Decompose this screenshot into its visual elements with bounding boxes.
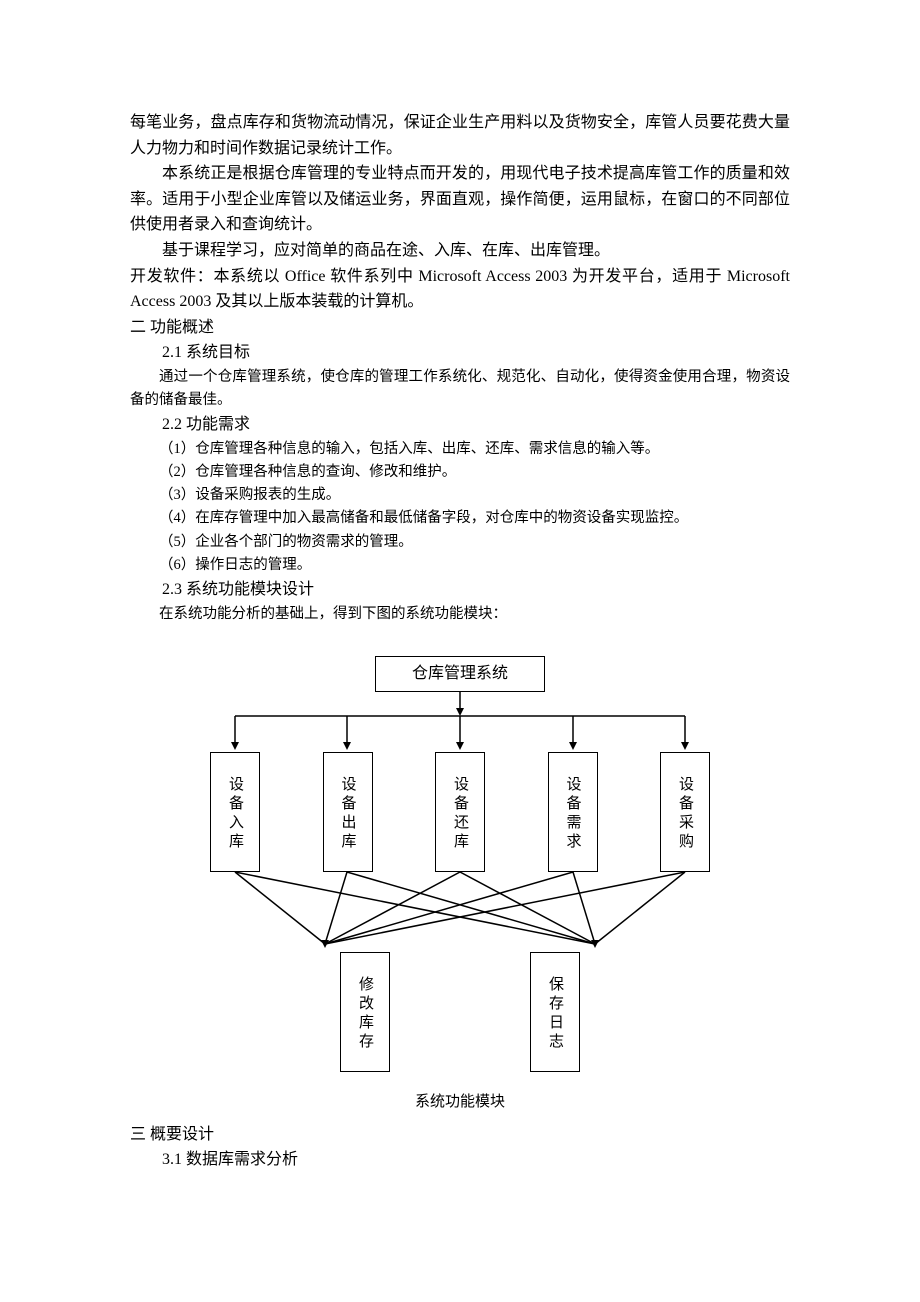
diagram-l2-label-4: 设备需求: [561, 776, 585, 852]
diagram-l3-label-2: 保存日志: [543, 976, 567, 1052]
diagram-root-label: 仓库管理系统: [412, 661, 508, 687]
diagram-l2-box-1: 设备入库: [210, 752, 260, 872]
diagram-l2-label-3: 设备还库: [448, 776, 472, 852]
diagram-l2-label-1: 设备入库: [223, 776, 247, 852]
diagram-l2-box-5: 设备采购: [660, 752, 710, 872]
paragraph-intro-1: 每笔业务，盘点库存和货物流动情况，保证企业生产用料以及货物安全，库管人员要花费大…: [130, 110, 790, 161]
diagram-l3-label-1: 修改库存: [353, 976, 377, 1052]
paragraph-intro-2: 本系统正是根据仓库管理的专业特点而开发的，用现代电子技术提高库管工作的质量和效率…: [130, 161, 790, 238]
paragraph-2-3-body: 在系统功能分析的基础上，得到下图的系统功能模块：: [130, 603, 790, 626]
paragraph-dev-software: 开发软件：本系统以 Office 软件系列中 Microsoft Access …: [130, 264, 790, 315]
diagram-l3-box-1: 修改库存: [340, 952, 390, 1072]
heading-section-3: 三 概要设计: [130, 1122, 790, 1148]
diagram-connector-top: [210, 692, 710, 752]
req-item-1: （1）仓库管理各种信息的输入，包括入库、出库、还库、需求信息的输入等。: [130, 438, 790, 461]
heading-2-2: 2.2 功能需求: [130, 412, 790, 438]
diagram-l2-label-5: 设备采购: [673, 776, 697, 852]
req-item-2: （2）仓库管理各种信息的查询、修改和维护。: [130, 461, 790, 484]
diagram-l2-box-4: 设备需求: [548, 752, 598, 872]
diagram-caption: 系统功能模块: [130, 1090, 790, 1114]
diagram-l2-box-3: 设备还库: [435, 752, 485, 872]
diagram-connector-bottom: [210, 872, 710, 952]
diagram-l2-box-2: 设备出库: [323, 752, 373, 872]
heading-section-2: 二 功能概述: [130, 315, 790, 341]
document-page: 每笔业务，盘点库存和货物流动情况，保证企业生产用料以及货物安全，库管人员要花费大…: [0, 0, 920, 1302]
req-item-6: （6）操作日志的管理。: [130, 554, 790, 577]
paragraph-intro-3: 基于课程学习，应对简单的商品在途、入库、在库、出库管理。: [130, 238, 790, 264]
diagram-l3-box-2: 保存日志: [530, 952, 580, 1072]
diagram-level3-row: 修改库存 保存日志: [210, 952, 710, 1072]
heading-2-3: 2.3 系统功能模块设计: [130, 577, 790, 603]
heading-2-1: 2.1 系统目标: [130, 340, 790, 366]
diagram-l2-label-2: 设备出库: [336, 776, 360, 852]
heading-3-1: 3.1 数据库需求分析: [130, 1147, 790, 1173]
req-item-3: （3）设备采购报表的生成。: [130, 484, 790, 507]
diagram-level2-row: 设备入库 设备出库 设备还库 设备需求 设备采购: [210, 752, 710, 872]
paragraph-2-1-body: 通过一个仓库管理系统，使仓库的管理工作系统化、规范化、自动化，使得资金使用合理，…: [130, 366, 790, 412]
req-item-4: （4）在库存管理中加入最高储备和最低储备字段，对仓库中的物资设备实现监控。: [130, 507, 790, 530]
diagram-system-modules: 仓库管理系统 设备入库 设备出库 设备还库 设备需求 设备采购: [210, 656, 710, 1072]
diagram-root-box: 仓库管理系统: [375, 656, 545, 692]
req-item-5: （5）企业各个部门的物资需求的管理。: [130, 531, 790, 554]
